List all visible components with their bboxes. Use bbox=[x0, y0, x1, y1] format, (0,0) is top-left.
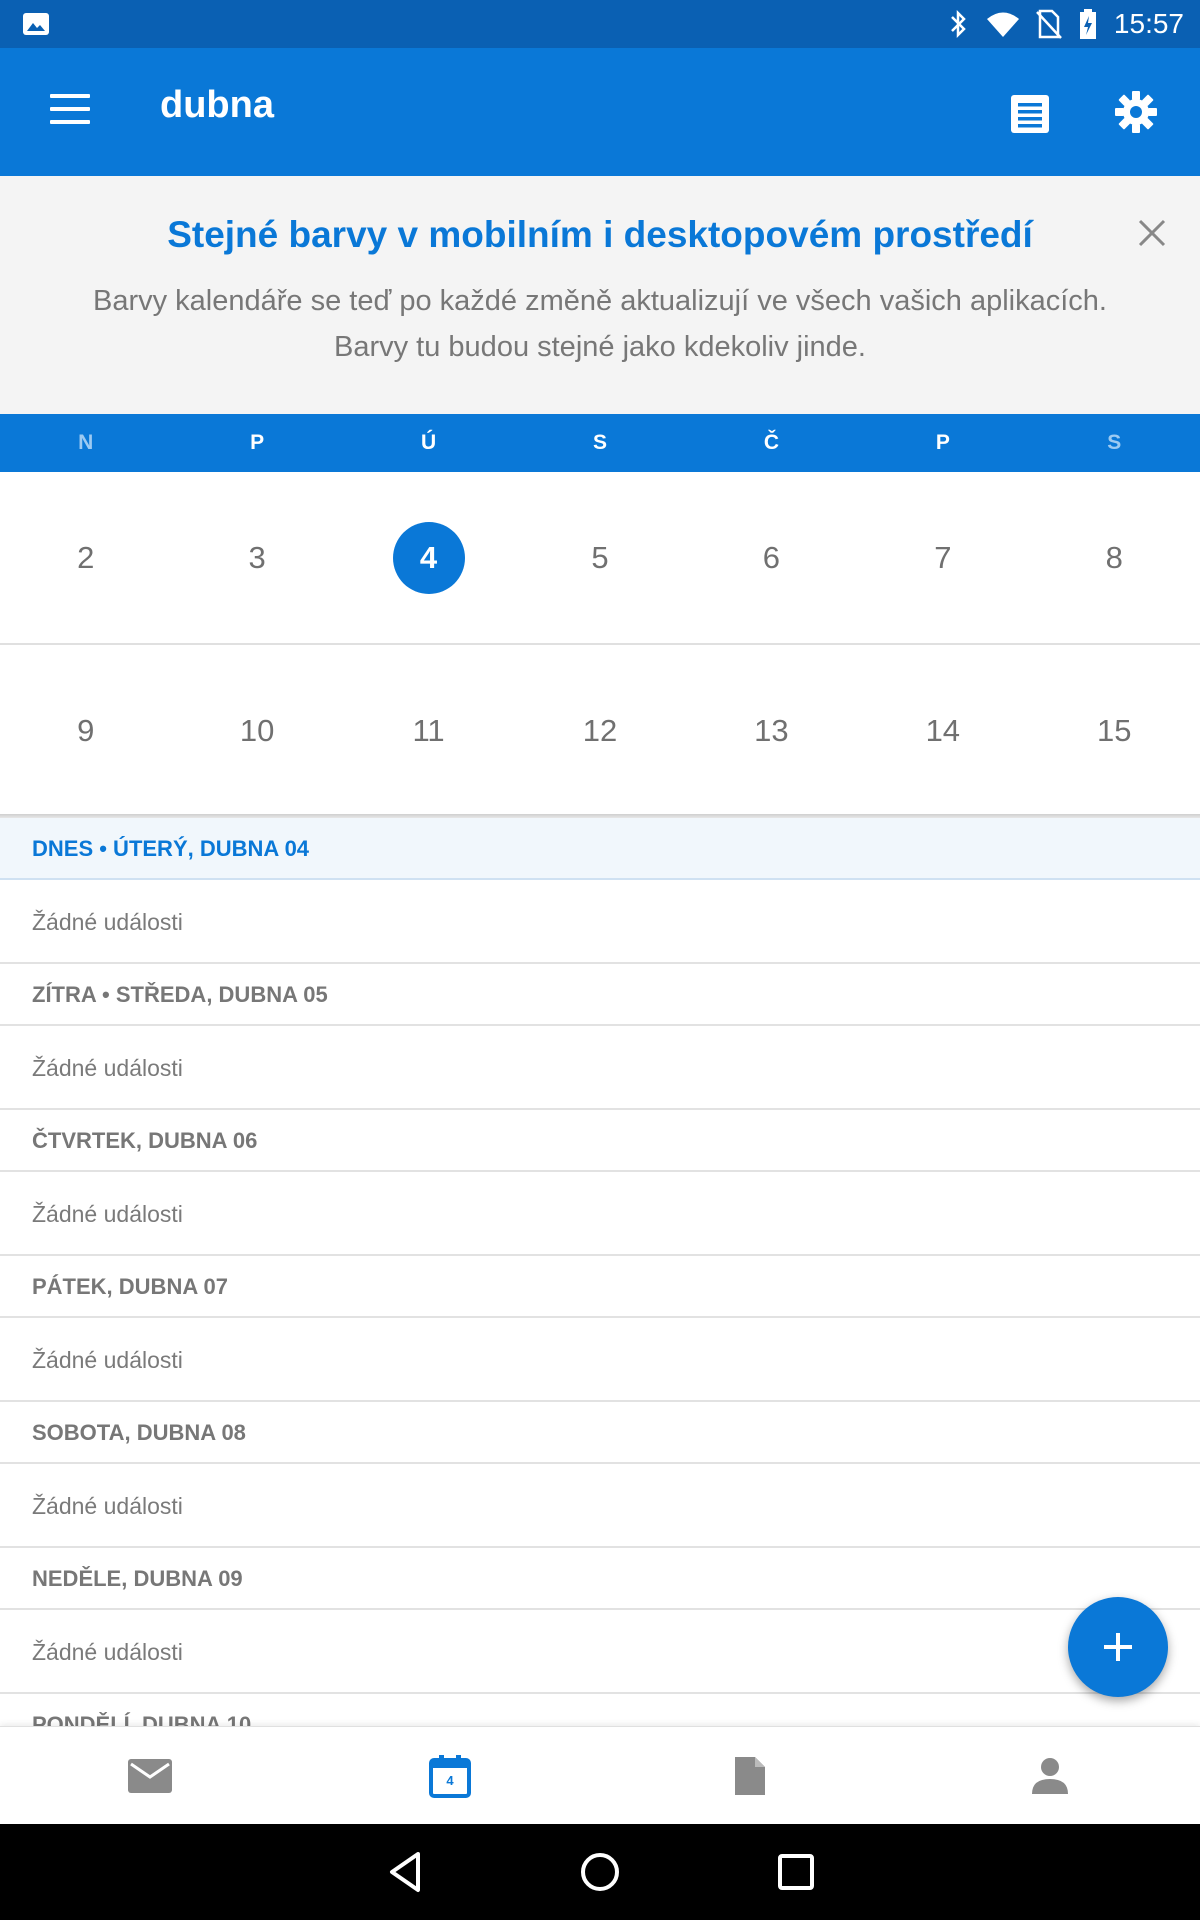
battery-charging-icon bbox=[1079, 9, 1096, 39]
day-number: 15 bbox=[1096, 713, 1132, 748]
day-number: 3 bbox=[248, 539, 266, 575]
day-number: 2 bbox=[77, 539, 95, 575]
agenda-empty-item[interactable]: Žádné události bbox=[0, 1464, 1200, 1548]
calendar-day[interactable]: 11 bbox=[343, 646, 514, 816]
people-icon bbox=[1032, 1758, 1068, 1794]
weekday-label: P bbox=[250, 431, 265, 454]
calendar-day[interactable]: 13 bbox=[686, 646, 857, 816]
day-number: 12 bbox=[582, 713, 618, 748]
agenda-empty-item[interactable]: Žádné události bbox=[0, 880, 1200, 964]
back-icon[interactable] bbox=[382, 1848, 430, 1896]
hamburger-menu-icon[interactable] bbox=[50, 94, 90, 128]
calendar-day[interactable]: 10 bbox=[171, 646, 342, 816]
no-sim-icon bbox=[1036, 9, 1062, 39]
calendar-day-selected[interactable]: 4 bbox=[343, 472, 514, 643]
calendar-day[interactable]: 12 bbox=[514, 646, 685, 816]
agenda-day-header: PÁTEK, DUBNA 07 bbox=[0, 1256, 1200, 1318]
wifi-icon bbox=[986, 12, 1019, 37]
weekday-header: N P Ú S Č P S bbox=[0, 414, 1200, 472]
recents-icon[interactable] bbox=[772, 1848, 820, 1896]
calendar-day[interactable]: 3 bbox=[171, 472, 342, 643]
files-icon bbox=[735, 1757, 765, 1795]
weekday-label: N bbox=[78, 431, 94, 454]
calendar-day[interactable]: 14 bbox=[857, 646, 1028, 816]
agenda-day-header: DNES • ÚTERÝ, DUBNA 04 bbox=[0, 818, 1200, 880]
day-number: 4 bbox=[392, 521, 465, 594]
calendar-day[interactable]: 9 bbox=[0, 646, 171, 816]
agenda-empty-item[interactable]: Žádné události bbox=[0, 1026, 1200, 1110]
tab-people[interactable] bbox=[900, 1727, 1200, 1825]
calendar-day[interactable]: 15 bbox=[1029, 646, 1200, 816]
gallery-icon bbox=[23, 13, 49, 35]
mail-icon bbox=[128, 1759, 172, 1793]
tab-calendar[interactable]: 4 bbox=[300, 1727, 600, 1825]
day-number: 6 bbox=[762, 539, 781, 575]
home-icon[interactable] bbox=[576, 1848, 624, 1896]
weekday-label: Ú bbox=[420, 431, 437, 454]
close-icon[interactable] bbox=[1135, 216, 1169, 250]
status-time: 15:57 bbox=[1113, 8, 1184, 39]
calendar-day[interactable]: 2 bbox=[0, 472, 171, 643]
day-number: 10 bbox=[239, 713, 275, 748]
plus-icon bbox=[1104, 1633, 1132, 1661]
info-banner: Stejné barvy v mobilním i desktopovém pr… bbox=[0, 176, 1200, 414]
status-bar: 15:57 bbox=[0, 0, 1200, 48]
day-number: 7 bbox=[934, 539, 952, 575]
day-number: 8 bbox=[1105, 539, 1123, 575]
agenda-day-header: PONDĚLÍ, DUBNA 10 bbox=[0, 1694, 1200, 1726]
calendar-day[interactable]: 5 bbox=[514, 472, 685, 643]
agenda-empty-item[interactable]: Žádné události bbox=[0, 1318, 1200, 1402]
banner-line-1: Barvy kalendáře se teď po každé změně ak… bbox=[92, 285, 1107, 317]
calendar-week-row: 9 10 11 12 13 14 15 bbox=[0, 646, 1200, 816]
calendar-day[interactable]: 6 bbox=[686, 472, 857, 643]
calendar-day[interactable]: 8 bbox=[1029, 472, 1200, 643]
day-number: 9 bbox=[77, 713, 95, 748]
day-number: 14 bbox=[925, 713, 961, 748]
bottom-navigation: 4 bbox=[0, 1726, 1200, 1824]
bluetooth-icon bbox=[951, 9, 966, 39]
banner-line-2: Barvy tu budou stejné jako kdekoliv jind… bbox=[334, 331, 866, 363]
calendar-week-row: 2 3 4 5 6 7 8 bbox=[0, 472, 1200, 645]
weekday-label: P bbox=[935, 431, 950, 454]
page-title: dubna bbox=[160, 84, 274, 126]
agenda-empty-item[interactable]: Žádné události bbox=[0, 1172, 1200, 1256]
gear-icon[interactable] bbox=[1112, 88, 1160, 136]
agenda-empty-item[interactable]: Žádné události bbox=[0, 1610, 1200, 1694]
weekday-label: S bbox=[1107, 431, 1122, 454]
tab-mail[interactable] bbox=[0, 1727, 300, 1825]
agenda-day-header: NEDĚLE, DUBNA 09 bbox=[0, 1548, 1200, 1610]
day-number: 5 bbox=[591, 539, 609, 575]
system-navigation-bar bbox=[0, 1824, 1200, 1920]
day-number: 13 bbox=[754, 713, 789, 748]
agenda-list: DNES • ÚTERÝ, DUBNA 04 Žádné události ZÍ… bbox=[0, 818, 1200, 1726]
agenda-list-icon[interactable] bbox=[1008, 92, 1052, 136]
day-number: 11 bbox=[412, 713, 445, 748]
tab-files[interactable] bbox=[600, 1727, 900, 1825]
weekday-label: S bbox=[592, 431, 607, 454]
add-event-button[interactable] bbox=[1068, 1597, 1168, 1697]
app-bar: dubna bbox=[0, 48, 1200, 176]
weekday-label: Č bbox=[763, 431, 779, 454]
agenda-day-header: SOBOTA, DUBNA 08 bbox=[0, 1402, 1200, 1464]
banner-body: Barvy kalendáře se teď po každé změně ak… bbox=[0, 278, 1200, 370]
calendar-day[interactable]: 7 bbox=[857, 472, 1028, 643]
calendar-tab-badge: 4 bbox=[446, 1773, 454, 1788]
banner-title: Stejné barvy v mobilním i desktopovém pr… bbox=[167, 214, 1033, 255]
agenda-day-header: ZÍTRA • STŘEDA, DUBNA 05 bbox=[0, 964, 1200, 1026]
agenda-day-header: ČTVRTEK, DUBNA 06 bbox=[0, 1110, 1200, 1172]
